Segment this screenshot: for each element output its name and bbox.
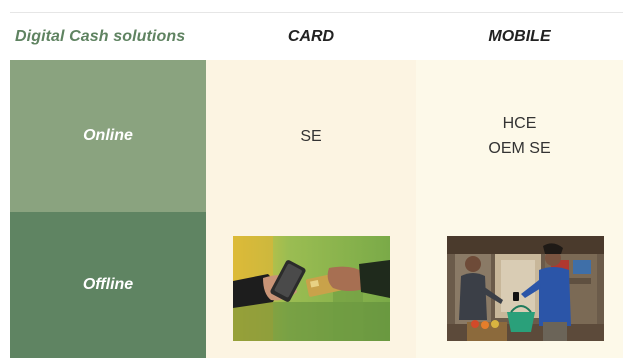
cell-online-mobile-text-hce: HCE — [502, 115, 537, 132]
column-header-card-label: CARD — [287, 28, 335, 45]
row-header-offline: Offline — [10, 212, 206, 358]
column-header-mobile: MOBILE — [416, 14, 623, 60]
column-header-card: CARD — [206, 14, 416, 60]
cell-online-card-text: SE — [300, 127, 322, 145]
market-payment-photo — [447, 236, 604, 341]
cell-online-card: SE — [206, 60, 416, 212]
card-handover-photo — [233, 236, 390, 341]
table-title: Digital Cash solutions — [15, 28, 186, 45]
row-header-offline-label: Offline — [82, 276, 134, 293]
digital-cash-slide: Digital Cash solutions CARD MOBILE Onlin… — [0, 0, 623, 358]
row-header-online-label: Online — [83, 127, 133, 144]
table-title-cell: Digital Cash solutions — [10, 14, 206, 60]
column-header-mobile-label: MOBILE — [488, 28, 551, 45]
cell-online-mobile: HCE OEM SE — [416, 60, 623, 212]
row-header-online: Online — [10, 60, 206, 212]
cell-online-mobile-text-oem: OEM SE — [488, 140, 551, 157]
header-top-border — [10, 12, 623, 13]
